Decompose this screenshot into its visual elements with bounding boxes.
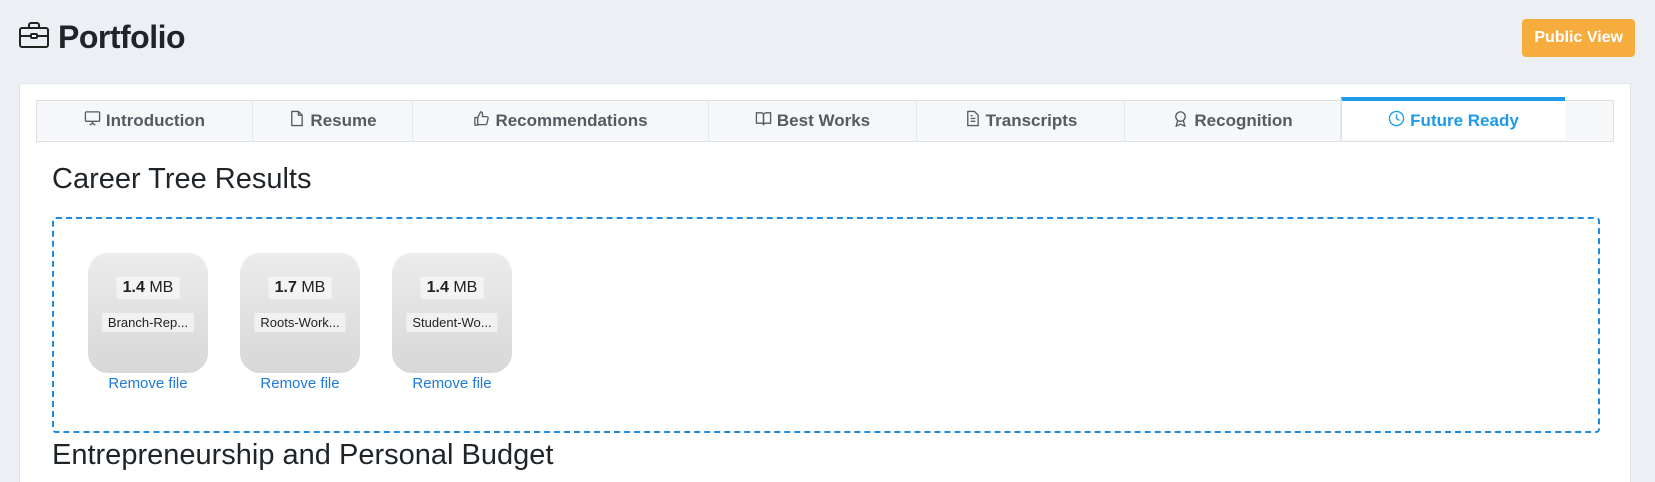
thumbs-up-icon	[473, 110, 490, 132]
file-name: Branch-Rep...	[101, 313, 195, 332]
tab-label: Introduction	[105, 111, 206, 130]
presentation-icon	[84, 110, 101, 132]
tab-label: Resume	[310, 111, 377, 130]
public-view-button[interactable]: Public View	[1522, 19, 1635, 57]
tab-recognition[interactable]: Recognition	[1125, 101, 1341, 141]
file-size: 1.7 MB	[268, 277, 332, 299]
file-thumbnail: 1.7 MB Roots-Work...	[240, 253, 360, 373]
document-icon	[288, 110, 305, 132]
file-item: 1.7 MB Roots-Work... Remove file	[240, 253, 360, 392]
file-item: 1.4 MB Student-Wo... Remove file	[392, 253, 512, 392]
clock-icon	[1388, 110, 1405, 132]
tab-label: Transcripts	[985, 111, 1078, 130]
page-header: Portfolio Public View	[18, 14, 1635, 60]
file-name: Roots-Work...	[254, 313, 346, 332]
tab-label: Recognition	[1194, 111, 1293, 130]
tab-label: Best Works	[776, 111, 871, 130]
file-item: 1.4 MB Branch-Rep... Remove file	[88, 253, 208, 392]
tab-label: Future Ready	[1410, 110, 1519, 130]
file-thumbnail: 1.4 MB Branch-Rep...	[88, 253, 208, 373]
portfolio-card: Introduction Resume Recommendations Best…	[19, 83, 1631, 482]
remove-file-link[interactable]: Remove file	[392, 375, 512, 392]
tab-bar: Introduction Resume Recommendations Best…	[36, 97, 1614, 142]
remove-file-link[interactable]: Remove file	[88, 375, 208, 392]
tab-introduction[interactable]: Introduction	[37, 101, 253, 141]
tab-future-ready[interactable]: Future Ready	[1341, 97, 1565, 140]
title-wrap: Portfolio	[18, 18, 186, 56]
file-text-icon	[964, 110, 981, 132]
book-icon	[755, 110, 772, 132]
tab-label: Recommendations	[495, 111, 648, 130]
file-dropzone[interactable]: 1.4 MB Branch-Rep... Remove file 1.7 MB …	[52, 217, 1600, 433]
tab-transcripts[interactable]: Transcripts	[917, 101, 1125, 141]
section-title-career-tree: Career Tree Results	[52, 163, 312, 195]
file-size: 1.4 MB	[420, 277, 484, 299]
briefcase-icon	[18, 21, 50, 54]
file-size: 1.4 MB	[116, 277, 180, 299]
tab-best-works[interactable]: Best Works	[709, 101, 917, 141]
tab-resume[interactable]: Resume	[253, 101, 413, 141]
tab-recommendations[interactable]: Recommendations	[413, 101, 709, 141]
award-icon	[1172, 110, 1189, 132]
section-title-entrepreneurship: Entrepreneurship and Personal Budget	[52, 439, 554, 471]
file-name: Student-Wo...	[406, 313, 498, 332]
remove-file-link[interactable]: Remove file	[240, 375, 360, 392]
page-title: Portfolio	[58, 18, 186, 55]
file-thumbnail: 1.4 MB Student-Wo...	[392, 253, 512, 373]
